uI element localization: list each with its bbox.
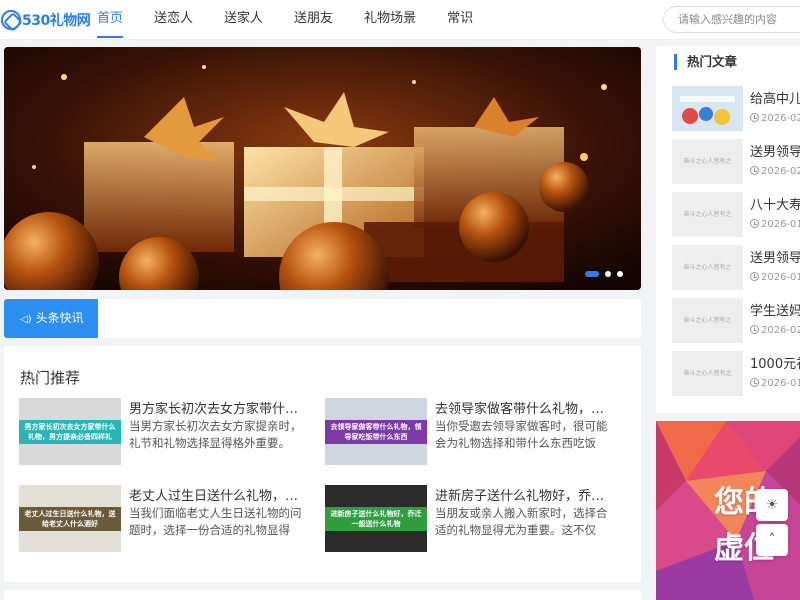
card-thumbnail[interactable]: 去领导家做客带什么礼物，领导家吃饭带什么东西: [325, 398, 427, 465]
hot-article-title[interactable]: 学生送妈: [750, 300, 800, 319]
recommend-card[interactable]: 老丈人过生日送什么礼物，送给老丈人什么酒好 老丈人过生日送什么礼物，送... 当…: [19, 485, 309, 555]
recommend-card[interactable]: 男方家长初次去女方家带什么礼物，男方提亲必备四样礼 男方家长初次去女方家带什么.…: [19, 398, 309, 468]
recommend-card[interactable]: 进新房子送什么礼物好，乔迁一般送什么礼物 进新房子送什么礼物好，乔迁... 当朋…: [325, 485, 615, 555]
nav-item-home[interactable]: 首页: [84, 0, 136, 40]
hot-article-thumbnail[interactable]: [672, 86, 743, 131]
carousel-dot[interactable]: [585, 271, 599, 277]
hot-article-item[interactable]: 奋斗之心人皆有之 送男领导 2026-02-: [672, 139, 800, 184]
headline-tag[interactable]: ◁) 头条快讯: [4, 299, 98, 338]
hot-article-date: 2026-01-: [750, 219, 800, 230]
hot-article-item[interactable]: 奋斗之心人皆有之 1000元礼 2026-01-: [672, 351, 800, 396]
speaker-icon: ◁): [20, 314, 32, 325]
hot-article-title[interactable]: 给高中儿: [750, 88, 800, 107]
thumb-caption: 老丈人过生日送什么礼物，送给老丈人什么酒好: [19, 507, 121, 531]
hot-article-item[interactable]: 奋斗之心人皆有之 学生送妈 2026-02-: [672, 298, 800, 343]
banner-carousel[interactable]: [4, 47, 641, 290]
hot-article-title[interactable]: 送男领导: [750, 141, 800, 160]
recommend-card[interactable]: 去领导家做客带什么礼物，领导家吃饭带什么东西 去领导家做客带什么礼物，领... …: [325, 398, 615, 468]
carousel-dot[interactable]: [617, 271, 623, 277]
hot-recommend-panel: 热门推荐 男方家长初次去女方家带什么礼物，男方提亲必备四样礼 男方家长初次去女方…: [4, 346, 641, 582]
card-title[interactable]: 老丈人过生日送什么礼物，送...: [129, 485, 309, 504]
clock-icon: [750, 325, 759, 334]
hot-article-thumbnail[interactable]: 奋斗之心人皆有之: [672, 192, 743, 237]
card-thumbnail[interactable]: 男方家长初次去女方家带什么礼物，男方提亲必备四样礼: [19, 398, 121, 465]
clock-icon: [750, 219, 759, 228]
hot-article-thumbnail[interactable]: 奋斗之心人皆有之: [672, 139, 743, 184]
hot-article-date: 2026-02-: [750, 325, 800, 336]
carousel-indicators: [585, 271, 623, 277]
card-desc: 当男方家长初次去女方家提亲时，礼节和礼物选择显得格外重要。这...: [129, 419, 302, 450]
theme-toggle-button[interactable]: ☀: [756, 489, 788, 521]
hot-article-title[interactable]: 送男领导: [750, 247, 800, 266]
hot-article-title[interactable]: 1000元礼: [750, 353, 800, 372]
card-thumbnail[interactable]: 老丈人过生日送什么礼物，送给老丈人什么酒好: [19, 485, 121, 552]
nav-item-scenes[interactable]: 礼物场景: [351, 0, 429, 40]
card-desc: 当朋友或亲人搬入新家时，选择合适的礼物显得尤为重要。这不仅是...: [435, 506, 608, 537]
sun-icon: ☀: [765, 497, 779, 513]
clock-icon: [750, 113, 759, 122]
hot-article-date: 2026-01-: [750, 272, 800, 283]
nav-item-family[interactable]: 送家人: [211, 0, 276, 40]
banner-image: [4, 47, 641, 290]
hot-articles-panel: 热门文章 给高中儿 2026-02- 奋斗之心人皆有之 送男领导 2026-02…: [656, 46, 800, 413]
main-nav: 首页 送恋人 送家人 送朋友 礼物场景 常识: [84, 0, 491, 40]
thumb-caption: 进新房子送什么礼物好，乔迁一般送什么礼物: [325, 507, 427, 531]
top-header: 530礼物网 首页 送恋人 送家人 送朋友 礼物场景 常识 请输入感兴趣的内容: [0, 0, 800, 40]
search-input[interactable]: 请输入感兴趣的内容: [663, 6, 800, 33]
next-panel: [4, 590, 641, 600]
back-to-top-button[interactable]: ˄: [756, 524, 788, 556]
nav-item-tips[interactable]: 常识: [434, 0, 486, 40]
logo-text: 530礼物网: [22, 13, 91, 29]
nav-item-friends[interactable]: 送朋友: [281, 0, 346, 40]
section-title: 热门推荐: [20, 369, 81, 387]
card-title[interactable]: 去领导家做客带什么礼物，领...: [435, 398, 615, 417]
clock-icon: [750, 378, 759, 387]
card-title[interactable]: 进新房子送什么礼物好，乔迁...: [435, 485, 615, 504]
carousel-dot[interactable]: [605, 271, 611, 277]
hot-article-title[interactable]: 八十大寿: [750, 194, 800, 213]
hot-article-date: 2026-02-: [750, 113, 800, 124]
clock-icon: [750, 166, 759, 175]
headline-bar: ◁) 头条快讯: [4, 299, 641, 338]
card-desc: 当你受邀去领导家做客时，很可能会为礼物选择和带什么东西吃饭而...: [435, 419, 608, 450]
hot-article-thumbnail[interactable]: 奋斗之心人皆有之: [672, 351, 743, 396]
hot-article-thumbnail[interactable]: 奋斗之心人皆有之: [672, 245, 743, 290]
thumb-caption: 去领导家做客带什么礼物，领导家吃饭带什么东西: [325, 420, 427, 444]
hot-article-date: 2026-01-: [750, 378, 800, 389]
headline-label: 头条快讯: [35, 311, 84, 325]
clock-icon: [750, 272, 759, 281]
hot-article-item[interactable]: 给高中儿 2026-02-: [672, 86, 800, 131]
thumb-caption: 男方家长初次去女方家带什么礼物，男方提亲必备四样礼: [19, 420, 121, 444]
chevron-up-icon: ˄: [768, 532, 776, 548]
card-desc: 当我们面临老丈人生日送礼物的问题时，选择一份合适的礼物显得格...: [129, 506, 302, 537]
card-thumbnail[interactable]: 进新房子送什么礼物好，乔迁一般送什么礼物: [325, 485, 427, 552]
nav-item-lovers[interactable]: 送恋人: [141, 0, 206, 40]
logo-icon: [1, 10, 21, 30]
hot-article-thumbnail[interactable]: 奋斗之心人皆有之: [672, 298, 743, 343]
hot-article-date: 2026-02-: [750, 166, 800, 177]
hot-article-item[interactable]: 奋斗之心人皆有之 送男领导 2026-01-: [672, 245, 800, 290]
card-title[interactable]: 男方家长初次去女方家带什么...: [129, 398, 309, 417]
hot-articles-title: 热门文章: [674, 54, 737, 70]
hot-article-item[interactable]: 奋斗之心人皆有之 八十大寿 2026-01-: [672, 192, 800, 237]
site-logo[interactable]: 530礼物网: [0, 4, 91, 36]
